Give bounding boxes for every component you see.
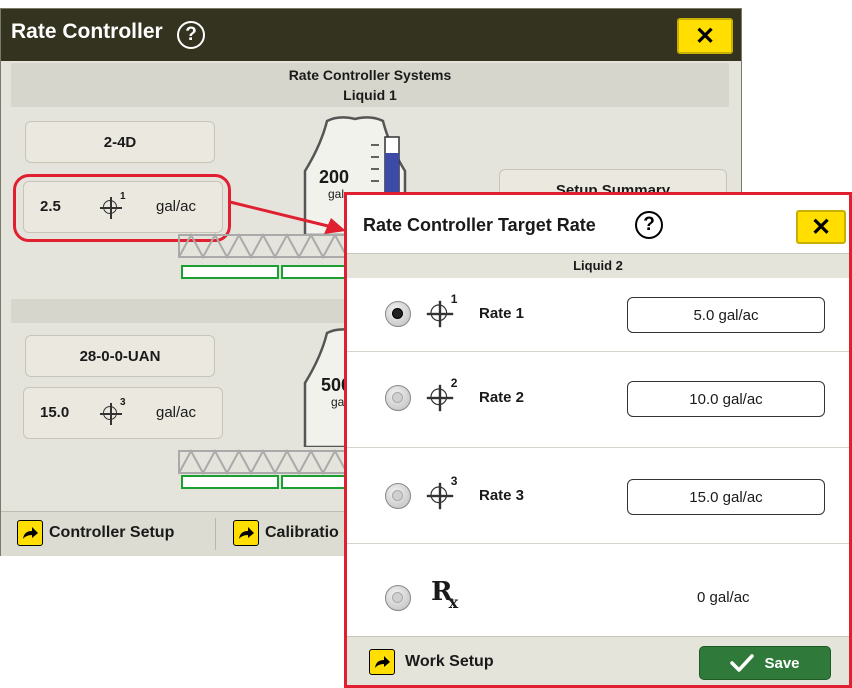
tank-level: 200 <box>319 167 350 187</box>
dialog-subtitle: Liquid 2 <box>347 254 849 278</box>
boom-section <box>281 265 351 279</box>
dialog-footer: Work Setup Save <box>347 636 849 685</box>
prescription-option-row[interactable]: Rx 0 gal/ac <box>347 543 849 636</box>
forward-arrow-icon <box>17 520 43 546</box>
forward-arrow-icon <box>369 649 395 675</box>
controller-setup-label: Controller Setup <box>49 524 175 541</box>
rate-1-radio[interactable] <box>385 301 411 327</box>
rate-2-radio[interactable] <box>385 385 411 411</box>
window-title: Rate Controller <box>11 20 163 43</box>
title-bar: Rate Controller ? ✕ <box>1 9 741 61</box>
boom-section <box>181 265 279 279</box>
systems-header-title: Rate Controller Systems <box>288 67 452 83</box>
target-rate-icon: 3 <box>426 476 457 510</box>
callout-arrow <box>229 200 346 234</box>
rate-3-input[interactable]: 15.0 gal/ac <box>627 479 825 515</box>
rate-3-radio[interactable] <box>385 483 411 509</box>
help-icon[interactable]: ? <box>635 211 663 239</box>
dialog-title-bar: Rate Controller Target Rate ? ✕ <box>347 195 849 254</box>
prescription-rate-value: 0 gal/ac <box>697 589 750 606</box>
rate-option-row[interactable]: 1 Rate 1 5.0 gal/ac <box>347 279 849 352</box>
product-name-tile[interactable]: 2-4D <box>25 121 215 163</box>
rate-3-label: Rate 3 <box>479 487 525 504</box>
rate-1-label: Rate 1 <box>479 305 525 322</box>
rate-2-input[interactable]: 10.0 gal/ac <box>627 381 825 417</box>
calibration-label: Calibratio <box>265 524 339 541</box>
rate-unit: gal/ac <box>156 404 197 421</box>
rate-value: 15.0 <box>40 404 70 421</box>
calibration-button[interactable]: Calibratio <box>233 520 339 546</box>
checkmark-icon <box>730 654 755 672</box>
prescription-radio[interactable] <box>385 585 411 611</box>
rate-option-row[interactable]: 3 Rate 3 15.0 gal/ac <box>347 447 849 544</box>
controller-setup-button[interactable]: Controller Setup <box>17 520 174 546</box>
prescription-icon: Rx <box>431 577 459 612</box>
systems-header-product: Liquid 1 <box>343 87 397 103</box>
work-setup-label: Work Setup <box>405 653 494 670</box>
target-rate-icon: 2 <box>426 378 457 412</box>
section-divider <box>11 299 351 323</box>
target-rate-icon: 1 <box>426 294 457 328</box>
close-button[interactable]: ✕ <box>796 210 846 244</box>
rate-tile[interactable]: 15.0 3 gal/ac <box>23 387 223 439</box>
save-button[interactable]: Save <box>699 646 831 680</box>
save-label: Save <box>764 654 800 672</box>
systems-header: Rate Controller Systems Liquid 1 <box>11 63 729 107</box>
close-button[interactable]: ✕ <box>677 18 733 54</box>
dialog-title: Rate Controller Target Rate <box>363 215 596 235</box>
boom-section <box>181 475 279 489</box>
rate-2-label: Rate 2 <box>479 389 525 406</box>
help-icon[interactable]: ? <box>177 21 205 49</box>
rate-1-input[interactable]: 5.0 gal/ac <box>627 297 825 333</box>
target-rate-dialog: Rate Controller Target Rate ? ✕ Liquid 2… <box>344 192 852 688</box>
rate-option-row[interactable]: 2 Rate 2 10.0 gal/ac <box>347 351 849 448</box>
product-name-tile[interactable]: 28-0-0-UAN <box>25 335 215 377</box>
boom-section <box>281 475 351 489</box>
target-rate-icon: 3 <box>100 397 126 425</box>
work-setup-button[interactable]: Work Setup <box>369 649 494 675</box>
forward-arrow-icon <box>233 520 259 546</box>
highlight-outline <box>13 174 231 242</box>
footer-divider <box>215 518 216 550</box>
